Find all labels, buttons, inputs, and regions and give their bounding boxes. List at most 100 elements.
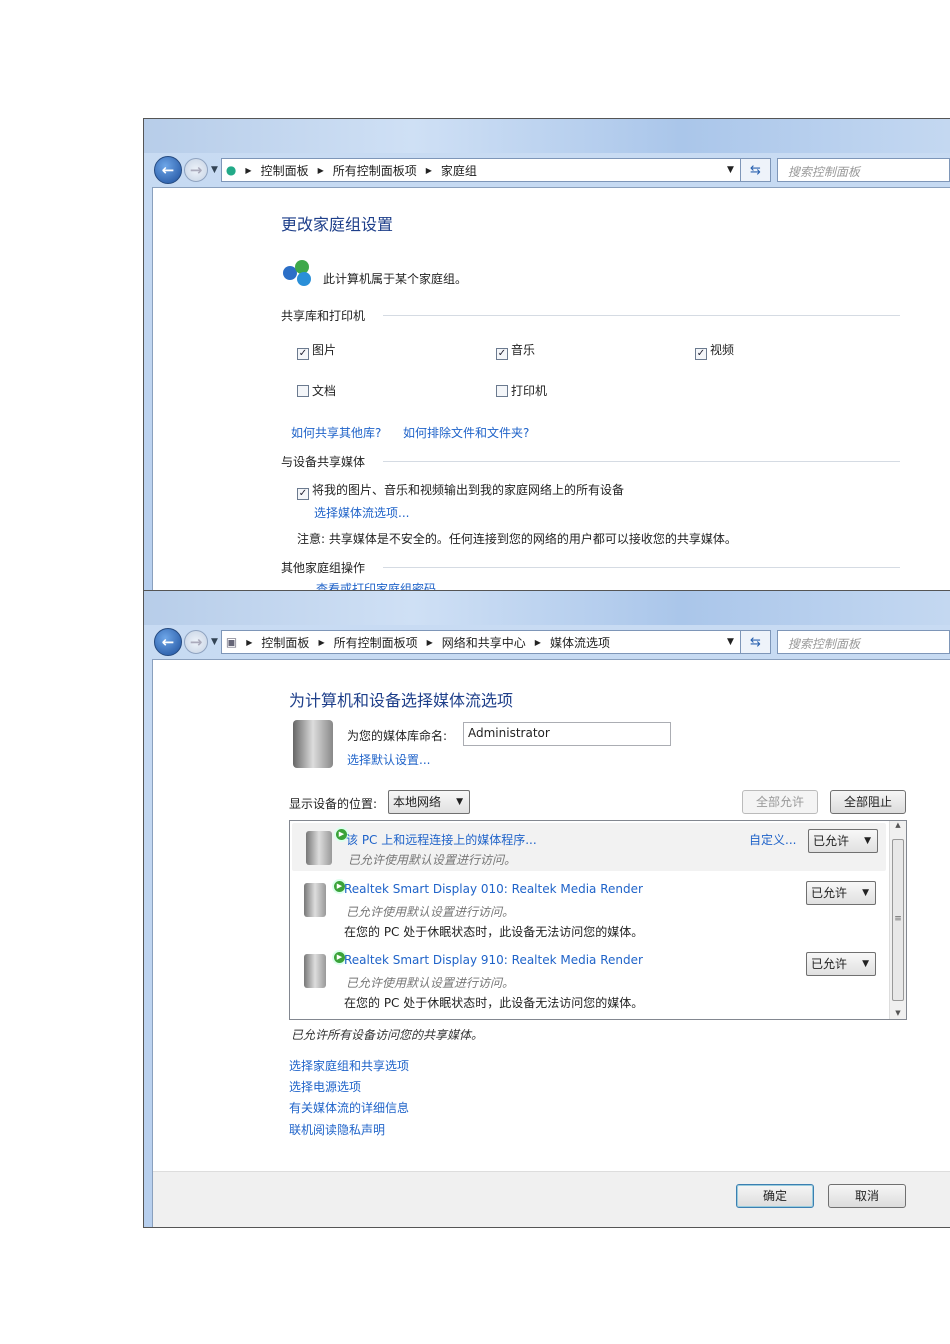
title-bar	[144, 591, 950, 625]
device-status: 已允许使用默认设置进行访问。	[348, 853, 517, 867]
customize-link[interactable]: 自定义...	[749, 831, 796, 848]
checkbox-music[interactable]: ✓ 音乐	[496, 341, 535, 360]
media-device-icon: ▶	[304, 879, 347, 917]
breadcrumb-item[interactable]: 家庭组	[441, 162, 477, 179]
device-name[interactable]: 该 PC 上和远程连接上的媒体程序...	[346, 831, 537, 848]
device-name[interactable]: Realtek Smart Display 010: Realtek Media…	[344, 882, 643, 896]
chevron-right-icon: ▶	[245, 165, 252, 175]
access-dropdown[interactable]: 已允许 ▼	[808, 829, 878, 853]
address-bar[interactable]: ● ▶ 控制面板 ▶ 所有控制面板项 ▶ 家庭组 ▼	[220, 158, 741, 182]
dialog-footer: 确定 取消	[153, 1171, 950, 1227]
device-note: 在您的 PC 处于休眠状态时，此设备无法访问您的媒体。	[344, 996, 644, 1010]
search-input[interactable]: 搜索控制面板	[776, 158, 950, 182]
checkbox-icon[interactable]	[297, 385, 309, 397]
recent-pages-dropdown[interactable]: ▼	[211, 165, 218, 175]
scroll-down-icon[interactable]: ▼	[890, 1009, 906, 1017]
device-status: 已允许使用默认设置进行访问。	[346, 976, 515, 990]
section-header-media: 与设备共享媒体	[281, 455, 366, 469]
chevron-down-icon: ▼	[862, 888, 869, 898]
checkbox-documents[interactable]: 文档	[297, 382, 336, 399]
homegroup-options-link[interactable]: 选择家庭组和共享选项	[289, 1057, 409, 1074]
exclude-files-link[interactable]: 如何排除文件和文件夹?	[403, 424, 529, 441]
checkbox-icon[interactable]: ✓	[297, 348, 309, 360]
checkbox-printers[interactable]: 打印机	[496, 382, 547, 399]
section-header-other: 其他家庭组操作	[281, 561, 366, 575]
checkbox-videos[interactable]: ✓ 视频	[695, 341, 734, 360]
chevron-down-icon: ▼	[862, 959, 869, 969]
share-other-libraries-link[interactable]: 如何共享其他库?	[291, 424, 381, 441]
refresh-button[interactable]: ⇆	[740, 158, 771, 182]
checkbox-icon[interactable]: ✓	[496, 348, 508, 360]
stream-media-checkbox[interactable]: ✓ 将我的图片、音乐和视频输出到我的家庭网络上的所有设备	[297, 481, 624, 500]
library-name-label: 为您的媒体库命名:	[347, 729, 448, 743]
homegroup-status: 此计算机属于某个家庭组。	[323, 272, 468, 286]
navigation-bar: ← → ▼ ▣ ▶ 控制面板 ▶ 所有控制面板项 ▶ 网络和共享中心 ▶ 媒体流…	[144, 625, 950, 659]
device-list: ▶ 该 PC 上和远程连接上的媒体程序... 已允许使用默认设置进行访问。 自定…	[289, 820, 907, 1020]
forward-button[interactable]: →	[184, 630, 208, 654]
title-bar	[144, 119, 950, 153]
breadcrumb-item[interactable]: 所有控制面板项	[333, 162, 417, 179]
allow-all-button[interactable]: 全部允许	[742, 790, 818, 814]
navigation-bar: ← → ▼ ● ▶ 控制面板 ▶ 所有控制面板项 ▶ 家庭组 ▼ ⇆ 搜索控制面…	[144, 153, 950, 187]
device-status: 已允许使用默认设置进行访问。	[346, 905, 515, 919]
device-name[interactable]: Realtek Smart Display 910: Realtek Media…	[344, 953, 643, 967]
chevron-right-icon: ▶	[426, 637, 433, 647]
refresh-button[interactable]: ⇆	[740, 630, 771, 654]
checkbox-icon[interactable]	[496, 385, 508, 397]
device-list-scrollbar[interactable]: ▲ ≡ ▼	[889, 821, 906, 1019]
scroll-up-icon[interactable]: ▲	[890, 821, 906, 829]
search-input[interactable]: 搜索控制面板	[776, 630, 950, 654]
address-dropdown-icon[interactable]: ▼	[727, 165, 734, 175]
device-row[interactable]: ▶ Realtek Smart Display 010: Realtek Med…	[290, 875, 888, 945]
chevron-down-icon: ▼	[864, 836, 871, 846]
privacy-statement-link[interactable]: 联机阅读隐私声明	[289, 1121, 385, 1138]
page-title: 为计算机和设备选择媒体流选项	[289, 691, 514, 710]
page-title: 更改家庭组设置	[281, 215, 394, 234]
media-program-icon: ▶	[306, 827, 349, 865]
location-label: 显示设备的位置:	[289, 797, 378, 811]
power-options-link[interactable]: 选择电源选项	[289, 1078, 361, 1095]
section-header-libraries: 共享库和打印机	[281, 309, 366, 323]
cancel-button[interactable]: 取消	[828, 1184, 906, 1208]
forward-button[interactable]: →	[184, 158, 208, 182]
breadcrumb-item[interactable]: 控制面板	[261, 634, 309, 651]
checkbox-icon[interactable]: ✓	[297, 488, 309, 500]
breadcrumb-item[interactable]: 网络和共享中心	[442, 634, 526, 651]
scrollbar-thumb[interactable]: ≡	[892, 839, 904, 1001]
block-all-button[interactable]: 全部阻止	[830, 790, 906, 814]
chevron-right-icon: ▶	[425, 165, 432, 175]
address-dropdown-icon[interactable]: ▼	[727, 637, 734, 647]
choose-default-settings-link[interactable]: 选择默认设置...	[347, 751, 430, 768]
homegroup-icon	[281, 260, 315, 288]
ok-button[interactable]: 确定	[736, 1184, 814, 1208]
media-device-icon: ▶	[304, 950, 347, 988]
device-row[interactable]: ▶ 该 PC 上和远程连接上的媒体程序... 已允许使用默认设置进行访问。 自定…	[292, 823, 886, 871]
recent-pages-dropdown[interactable]: ▼	[211, 637, 218, 647]
checkbox-icon[interactable]: ✓	[695, 348, 707, 360]
media-security-note: 注意: 共享媒体是不安全的。任何连接到您的网络的用户都可以接收您的共享媒体。	[297, 532, 737, 546]
media-library-icon	[293, 720, 333, 768]
access-dropdown[interactable]: 已允许 ▼	[806, 881, 876, 905]
location-dropdown[interactable]: 本地网络 ▼	[388, 790, 470, 814]
media-streaming-window: ← → ▼ ▣ ▶ 控制面板 ▶ 所有控制面板项 ▶ 网络和共享中心 ▶ 媒体流…	[143, 590, 950, 1228]
library-name-input[interactable]: Administrator	[463, 722, 671, 746]
network-icon: ▣	[225, 635, 238, 649]
media-streaming-info-link[interactable]: 有关媒体流的详细信息	[289, 1099, 409, 1116]
access-dropdown[interactable]: 已允许 ▼	[806, 952, 876, 976]
chevron-right-icon: ▶	[246, 637, 253, 647]
content-pane: 更改家庭组设置 此计算机属于某个家庭组。 共享库和打印机 ✓ 图片 ✓ 音乐 ✓ 视频…	[152, 187, 950, 590]
media-streaming-options-link[interactable]: 选择媒体流选项...	[314, 504, 409, 521]
breadcrumb-item[interactable]: 媒体流选项	[550, 634, 610, 651]
breadcrumb-item[interactable]: 控制面板	[261, 162, 309, 179]
chevron-right-icon: ▶	[317, 165, 324, 175]
content-pane: 为计算机和设备选择媒体流选项 为您的媒体库命名: Administrator 选…	[152, 659, 950, 1227]
checkbox-pictures[interactable]: ✓ 图片	[297, 341, 336, 360]
back-button[interactable]: ←	[154, 156, 182, 184]
breadcrumb-item[interactable]: 所有控制面板项	[334, 634, 418, 651]
device-note: 在您的 PC 处于休眠状态时，此设备无法访问您的媒体。	[344, 925, 644, 939]
homegroup-icon: ●	[225, 163, 237, 177]
address-bar[interactable]: ▣ ▶ 控制面板 ▶ 所有控制面板项 ▶ 网络和共享中心 ▶ 媒体流选项 ▼	[220, 630, 741, 654]
back-button[interactable]: ←	[154, 628, 182, 656]
device-row[interactable]: ▶ Realtek Smart Display 910: Realtek Med…	[290, 946, 888, 1016]
access-summary: 已允许所有设备访问您的共享媒体。	[291, 1028, 484, 1042]
